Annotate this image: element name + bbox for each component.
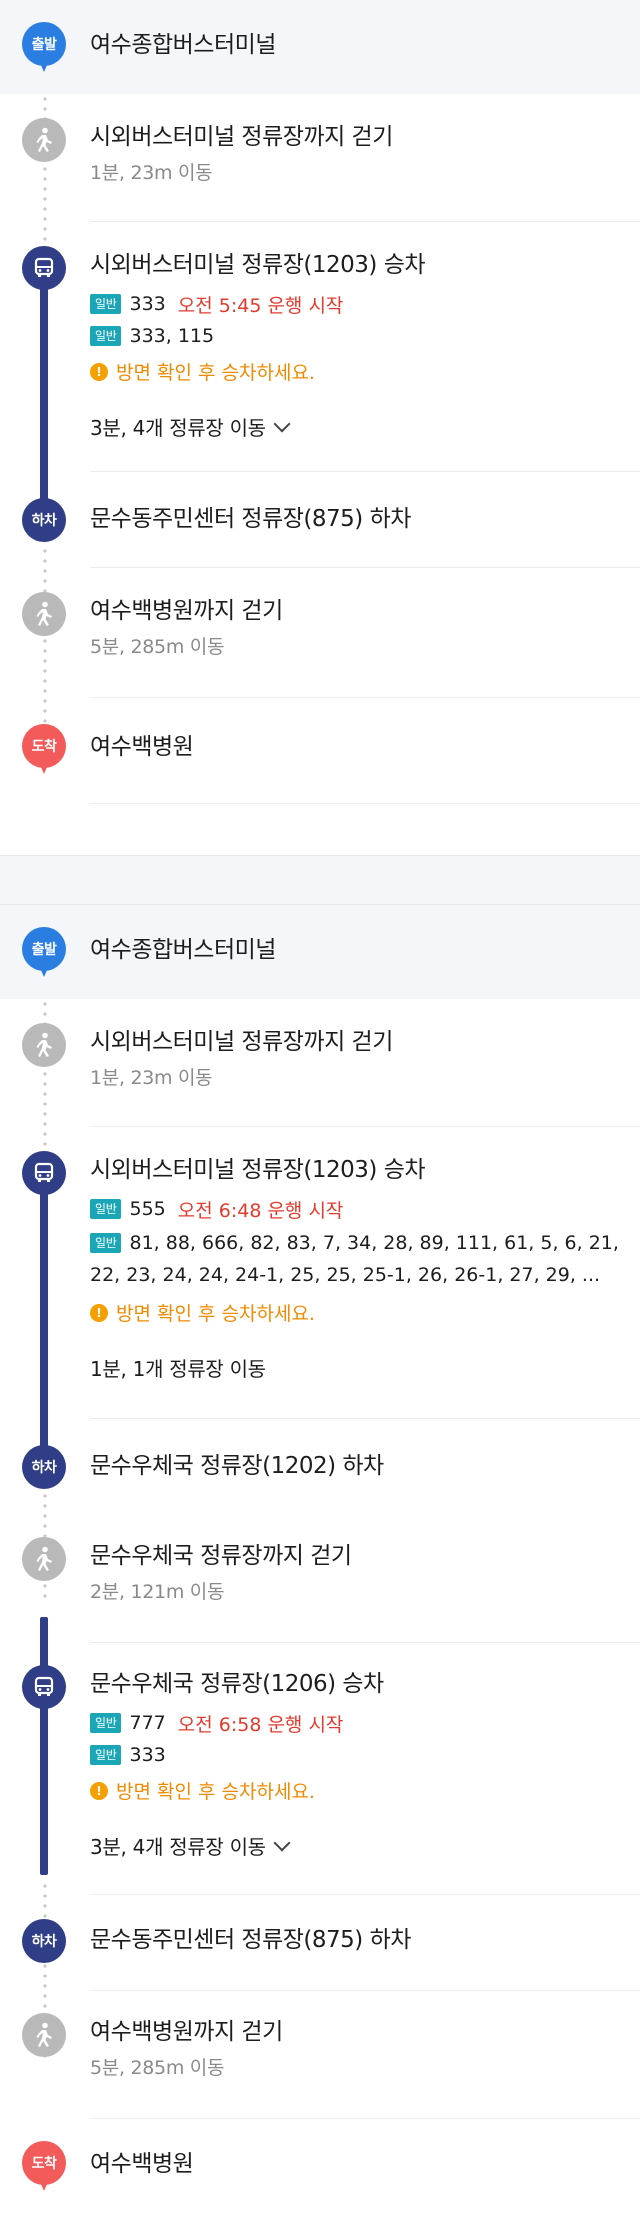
- bus-start-time: 오전 6:48 운행 시작: [177, 1199, 344, 1222]
- bus-row[interactable]: 일반 81, 88, 666, 82, 83, 7, 34, 28, 89, 1…: [90, 1229, 619, 1257]
- bus-number: 333: [129, 1744, 166, 1766]
- bus-type-badge: 일반: [90, 294, 122, 314]
- alight-step[interactable]: 하차 문수우체국 정류장(1202) 하차: [0, 1419, 640, 1515]
- bus-row[interactable]: 일반 333: [90, 1741, 178, 1769]
- walk-step[interactable]: 문수우체국 정류장까지 걷기 2분, 121m 이동: [0, 1515, 640, 1643]
- bus-start-time: 오전 5:45 운행 시작: [177, 294, 344, 317]
- destination-pin-icon: 도착: [22, 2141, 66, 2195]
- stops-summary: 1분, 1개 정류장 이동: [90, 1357, 266, 1381]
- walk-title: 문수우체국 정류장까지 걷기: [90, 1543, 352, 1569]
- alight-step[interactable]: 하차 문수동주민센터 정류장(875) 하차: [0, 472, 640, 568]
- start-pin-icon: 출발: [22, 22, 66, 76]
- bus-number: 777: [129, 1712, 166, 1734]
- bus-row[interactable]: 일반 555 오전 6:48 운행 시작: [90, 1195, 343, 1223]
- start-pin-icon: 출발: [22, 927, 66, 981]
- alight-badge: 하차: [22, 1919, 66, 1963]
- bus-type-badge: 일반: [90, 1233, 122, 1253]
- alight-title: 문수동주민센터 정류장(875) 하차: [90, 506, 411, 532]
- start-step: 출발 여수종합버스터미널: [0, 905, 640, 999]
- board-title: 문수우체국 정류장(1206) 승차: [90, 1671, 384, 1697]
- stops-toggle[interactable]: 3분, 4개 정류장 이동: [90, 1831, 291, 1860]
- start-place-name: 여수종합버스터미널: [90, 937, 276, 963]
- bus-type-badge: 일반: [90, 326, 122, 346]
- bus-number: 333, 115: [129, 325, 215, 347]
- alight-badge: 하차: [22, 498, 66, 542]
- board-step[interactable]: 시외버스터미널 정류장(1203) 승차 일반 333 오전 5:45 운행 시…: [0, 222, 640, 472]
- walking-person-icon: [22, 592, 66, 636]
- destination-pin-icon: 도착: [22, 724, 66, 778]
- route-option-1[interactable]: 출발 여수종합버스터미널 시외버스터미널 정류장까지 걷기 1분, 23m 이동…: [0, 0, 640, 805]
- warning-icon: !: [90, 1303, 108, 1322]
- walk-detail: 5분, 285m 이동: [90, 2057, 225, 2079]
- bus-number: 555: [129, 1198, 166, 1220]
- route-option-2[interactable]: 출발 여수종합버스터미널 시외버스터미널 정류장까지 걷기 1분, 23m 이동…: [0, 905, 640, 2222]
- destination-name: 여수백병원: [90, 2151, 194, 2177]
- walking-person-icon: [22, 118, 66, 162]
- start-place-name: 여수종합버스터미널: [90, 32, 276, 58]
- start-step: 출발 여수종합버스터미널: [0, 0, 640, 94]
- direction-warning: ! 방면 확인 후 승차하세요.: [90, 1777, 315, 1804]
- bus-row[interactable]: 일반 333, 115: [90, 322, 226, 350]
- walk-title: 시외버스터미널 정류장까지 걷기: [90, 1029, 393, 1055]
- bus-type-badge: 일반: [90, 1745, 122, 1765]
- bus-row[interactable]: 일반 777 오전 6:58 운행 시작: [90, 1709, 343, 1737]
- alight-step[interactable]: 하차 문수동주민센터 정류장(875) 하차: [0, 1895, 640, 1991]
- end-step: 도착 여수백병원: [0, 2119, 640, 2219]
- walking-person-icon: [22, 1023, 66, 1067]
- bus-number-list-continued: 22, 23, 24, 24, 24-1, 25, 25, 25-1, 26, …: [90, 1264, 601, 1286]
- warning-icon: !: [90, 1781, 108, 1800]
- board-step[interactable]: 문수우체국 정류장(1206) 승차 일반 777 오전 6:58 운행 시작 …: [0, 1643, 640, 1895]
- walk-step[interactable]: 여수백병원까지 걷기 5분, 285m 이동: [0, 1991, 640, 2119]
- bus-icon: [22, 1151, 66, 1195]
- divider: [90, 803, 640, 804]
- walk-title: 시외버스터미널 정류장까지 걷기: [90, 124, 393, 150]
- direction-warning: ! 방면 확인 후 승차하세요.: [90, 358, 315, 385]
- walking-person-icon: [22, 2013, 66, 2057]
- bus-icon: [22, 246, 66, 290]
- walk-detail: 2분, 121m 이동: [90, 1581, 225, 1603]
- warning-icon: !: [90, 362, 108, 381]
- walk-detail: 5분, 285m 이동: [90, 636, 225, 658]
- alight-badge: 하차: [22, 1445, 66, 1489]
- direction-warning: ! 방면 확인 후 승차하세요.: [90, 1299, 315, 1326]
- route-divider: [0, 855, 640, 905]
- stops-toggle[interactable]: 3분, 4개 정류장 이동: [90, 412, 291, 441]
- walk-detail: 1분, 23m 이동: [90, 162, 213, 184]
- bus-icon: [22, 1665, 66, 1709]
- walk-step[interactable]: 시외버스터미널 정류장까지 걷기 1분, 23m 이동: [0, 999, 640, 1127]
- bus-start-time: 오전 6:58 운행 시작: [177, 1713, 344, 1736]
- chevron-down-icon: [273, 1834, 291, 1851]
- bus-number: 333: [129, 293, 166, 315]
- bus-number-list: 81, 88, 666, 82, 83, 7, 34, 28, 89, 111,…: [129, 1232, 619, 1254]
- bus-row[interactable]: 일반 333 오전 5:45 운행 시작: [90, 290, 343, 318]
- walk-step[interactable]: 여수백병원까지 걷기 5분, 285m 이동: [0, 568, 640, 698]
- walk-title: 여수백병원까지 걷기: [90, 598, 283, 624]
- alight-title: 문수우체국 정류장(1202) 하차: [90, 1453, 384, 1479]
- end-step: 도착 여수백병원: [0, 698, 640, 804]
- walk-detail: 1분, 23m 이동: [90, 1067, 213, 1089]
- destination-name: 여수백병원: [90, 734, 194, 760]
- bus-type-badge: 일반: [90, 1713, 122, 1733]
- board-step[interactable]: 시외버스터미널 정류장(1203) 승차 일반 555 오전 6:48 운행 시…: [0, 1127, 640, 1419]
- chevron-down-icon: [273, 415, 291, 432]
- bus-type-badge: 일반: [90, 1199, 122, 1219]
- walk-title: 여수백병원까지 걷기: [90, 2019, 283, 2045]
- walk-step[interactable]: 시외버스터미널 정류장까지 걷기 1분, 23m 이동: [0, 94, 640, 222]
- board-title: 시외버스터미널 정류장(1203) 승차: [90, 1157, 426, 1183]
- alight-title: 문수동주민센터 정류장(875) 하차: [90, 1927, 411, 1953]
- walking-person-icon: [22, 1537, 66, 1581]
- board-title: 시외버스터미널 정류장(1203) 승차: [90, 252, 426, 278]
